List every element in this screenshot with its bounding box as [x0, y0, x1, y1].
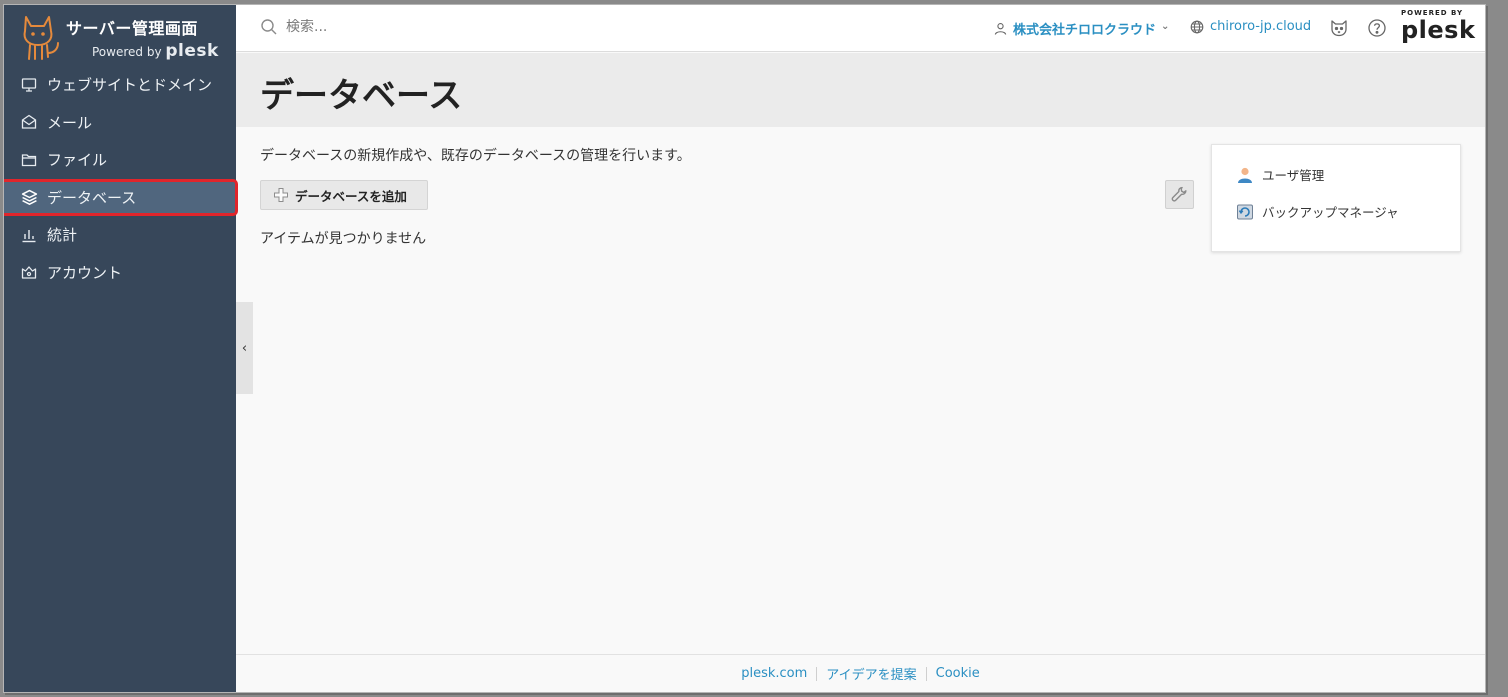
- search-icon: [261, 19, 277, 35]
- sidebar-item-label: データベース: [47, 188, 137, 207]
- sidebar: サーバー管理画面 Powered by plesk ウェブサイトとドメイン メー…: [4, 5, 238, 692]
- empty-state-message: アイテムが見つかりません: [260, 231, 427, 247]
- brand-powered-prefix: Powered by: [92, 45, 162, 59]
- side-panel: ユーザ管理 バックアップマネージャ: [1211, 144, 1461, 252]
- search-box: [260, 18, 526, 36]
- wrench-icon: [1171, 186, 1187, 202]
- plesk-logo-name: plesk: [1401, 16, 1476, 44]
- chevron-down-icon: ⌄: [1161, 21, 1170, 32]
- page-description: データベースの新規作成や、既存のデータベースの管理を行います。: [260, 148, 691, 164]
- footer-link-cookie[interactable]: Cookie: [927, 666, 989, 681]
- add-database-label: データベースを追加: [295, 188, 407, 204]
- search-input[interactable]: [286, 19, 526, 35]
- cat-face-icon[interactable]: [1329, 18, 1349, 38]
- brand-powered: Powered by plesk: [92, 41, 219, 61]
- footer-link-suggest-idea[interactable]: アイデアを提案: [817, 664, 925, 683]
- sidebar-item-account[interactable]: アカウント: [4, 254, 236, 292]
- account-icon: [20, 263, 38, 281]
- panel-item-backup-manager[interactable]: バックアップマネージャ: [1236, 202, 1399, 221]
- brand-logo[interactable]: サーバー管理画面 Powered by plesk: [18, 11, 228, 67]
- panel-item-label: バックアップマネージャ: [1262, 205, 1399, 220]
- bar-chart-icon: [20, 226, 38, 244]
- company-name: 株式会社チロロクラウド: [1013, 23, 1157, 38]
- sidebar-item-statistics[interactable]: 統計: [4, 216, 236, 254]
- tools-button[interactable]: [1165, 180, 1194, 209]
- plesk-logo[interactable]: POWERED BY plesk: [1399, 9, 1475, 47]
- monitor-icon: [20, 76, 38, 94]
- sidebar-item-files[interactable]: ファイル: [4, 141, 236, 179]
- sidebar-item-label: ファイル: [47, 151, 108, 170]
- sidebar-item-websites-domains[interactable]: ウェブサイトとドメイン: [4, 66, 236, 104]
- sidebar-item-label: 統計: [47, 226, 78, 245]
- footer-link-plesk[interactable]: plesk.com: [732, 666, 816, 681]
- chevron-left-icon: ‹: [241, 340, 248, 356]
- footer: plesk.com アイデアを提案 Cookie: [236, 654, 1485, 692]
- sidebar-item-label: ウェブサイトとドメイン: [47, 76, 213, 95]
- page-title-bar: データベース: [236, 53, 1485, 127]
- brand-powered-name: plesk: [165, 41, 219, 61]
- user-icon: [1238, 167, 1252, 183]
- domain-name: chiroro-jp.cloud: [1210, 19, 1312, 34]
- app-window: サーバー管理画面 Powered by plesk ウェブサイトとドメイン メー…: [3, 4, 1486, 693]
- panel-item-user-management[interactable]: ユーザ管理: [1236, 165, 1324, 184]
- sidebar-item-mail[interactable]: メール: [4, 104, 236, 142]
- sidebar-nav: ウェブサイトとドメイン メール ファイル データベース 統計 アカウント: [4, 66, 238, 292]
- top-header: 株式会社チロロクラウド ⌄ chiroro-jp.cloud POWERED B…: [236, 5, 1485, 52]
- cat-mascot-icon: [23, 16, 59, 60]
- page-title: データベース: [260, 76, 463, 116]
- main-content: データベースの新規作成や、既存のデータベースの管理を行います。 データベースを追…: [260, 145, 1200, 248]
- sidebar-item-databases[interactable]: データベース: [4, 178, 238, 216]
- globe-icon: [1190, 20, 1204, 33]
- panel-item-label: ユーザ管理: [1262, 168, 1325, 183]
- backup-icon: [1237, 204, 1253, 219]
- folder-icon: [20, 151, 38, 169]
- mail-icon: [20, 113, 38, 131]
- brand-title: サーバー管理画面: [66, 19, 198, 38]
- sidebar-item-label: アカウント: [47, 263, 123, 282]
- help-icon[interactable]: [1367, 18, 1387, 38]
- add-database-button[interactable]: データベースを追加: [260, 180, 428, 210]
- sidebar-collapse-toggle[interactable]: ‹: [236, 302, 253, 394]
- toolbar: データベースを追加: [260, 180, 1200, 210]
- user-outline-icon: [994, 23, 1007, 35]
- domain-link[interactable]: chiroro-jp.cloud: [1190, 19, 1311, 34]
- sidebar-item-label: メール: [47, 113, 93, 132]
- database-layers-icon: [20, 188, 38, 206]
- plus-icon: [274, 188, 288, 202]
- company-menu[interactable]: 株式会社チロロクラウド ⌄: [994, 19, 1169, 38]
